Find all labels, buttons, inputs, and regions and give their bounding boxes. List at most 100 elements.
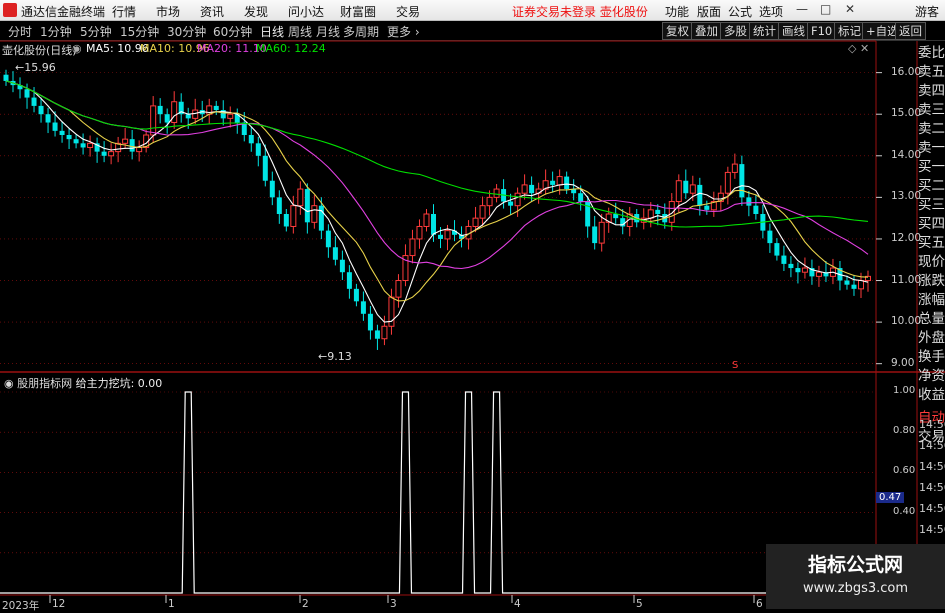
ob-committee-ratio: 委比	[918, 45, 945, 61]
candle-body	[374, 330, 380, 339]
ob-buy3: 买三	[918, 197, 945, 213]
ob-sell2: 卖二	[918, 121, 945, 137]
candle-body	[164, 114, 170, 123]
candle-body	[185, 114, 191, 119]
ob-volume: 总量	[918, 311, 945, 327]
trade-time: 14:56	[919, 439, 945, 452]
candle-body	[815, 271, 822, 277]
candle-body	[45, 114, 51, 123]
ob-sell3: 卖三	[918, 102, 945, 118]
ob-change-pct: 涨幅	[918, 292, 945, 308]
date-axis-label: 3	[390, 598, 397, 610]
candle-body	[108, 151, 115, 157]
indicator-axis-label: 0.80	[893, 425, 916, 437]
price-chart[interactable]	[0, 0, 945, 609]
candle-body	[550, 180, 556, 185]
ob-price: 现价	[918, 254, 945, 270]
ob-buy1: 买一	[918, 159, 945, 175]
candle-body	[122, 138, 129, 144]
date-axis-label: 1	[168, 598, 175, 610]
candle-body	[514, 192, 521, 207]
candle-body	[136, 146, 143, 153]
candle-body	[438, 234, 444, 239]
candle-body	[381, 325, 388, 340]
candle-body	[857, 280, 864, 290]
candle-body	[486, 196, 493, 207]
candle-body	[262, 155, 268, 181]
ob-change: 涨跌	[918, 273, 945, 289]
candle-body	[87, 142, 94, 148]
candle-body	[360, 301, 366, 314]
candle-body	[304, 189, 310, 223]
candle-body	[101, 151, 107, 156]
candle-body	[689, 184, 696, 194]
candle-body	[52, 122, 58, 131]
low-marker: ←9.13	[318, 350, 352, 363]
candle-body	[683, 180, 689, 194]
candle-body	[851, 284, 857, 289]
price-axis-label: 12.00	[891, 231, 922, 244]
candle-body	[129, 139, 135, 152]
trade-time: 14:56	[919, 460, 945, 473]
candle-body	[73, 139, 79, 144]
candle-body	[739, 164, 745, 198]
price-axis-label: 9.00	[891, 356, 915, 369]
candle-body	[788, 263, 794, 269]
candle-body	[416, 225, 423, 240]
indicator-axis-label: 1.00	[893, 385, 916, 396]
candle-body	[564, 176, 570, 190]
indicator-axis-label: 0.40	[893, 505, 916, 517]
site-watermark: 指标公式网 www.zbgs3.com	[766, 544, 945, 609]
candle-body	[409, 238, 416, 257]
candle-body	[213, 105, 219, 111]
sell-marker: S	[732, 360, 739, 371]
indicator-title: ◉ 股朋指标网 给主力挖坑: 0.00	[4, 377, 163, 390]
candle-body	[66, 135, 72, 140]
candle-body	[655, 209, 661, 214]
candle-body	[801, 267, 808, 273]
price-axis-label: 14.00	[891, 148, 922, 161]
date-axis-label: 6	[756, 598, 763, 610]
candle-body	[521, 184, 528, 194]
ob-sell1: 卖一	[918, 140, 945, 156]
watermark-url: www.zbgs3.com	[802, 581, 909, 596]
candle-body	[753, 205, 759, 214]
candle-body	[647, 209, 654, 219]
ob-outer: 外盘	[918, 330, 945, 346]
candle-body	[297, 188, 304, 207]
candle-body	[255, 143, 261, 156]
ob-buy4: 买四	[918, 216, 945, 232]
date-axis-label: 5	[636, 598, 643, 610]
indicator-current-value: 0.47	[876, 491, 905, 503]
candle-body	[774, 243, 780, 256]
trade-time: 14:56	[919, 418, 945, 431]
date-axis-label: 12	[52, 598, 66, 610]
date-axis-label: 4	[514, 598, 521, 610]
candle-body	[276, 197, 282, 214]
candle-body	[479, 205, 486, 219]
candle-body	[578, 193, 584, 202]
ma5-line	[5, 80, 869, 323]
candle-body	[31, 97, 37, 106]
candle-body	[157, 105, 163, 115]
candle-body	[227, 113, 234, 119]
candle-body	[556, 176, 563, 186]
candle-body	[150, 105, 157, 136]
candle-body	[192, 109, 199, 119]
price-axis-label: 11.00	[891, 273, 922, 286]
candle-body	[59, 130, 65, 135]
candle-body	[704, 205, 710, 210]
candle-body	[248, 135, 254, 144]
candle-body	[80, 143, 86, 148]
candle-body	[795, 268, 801, 273]
trade-time: 14:56	[919, 481, 945, 494]
candle-body	[675, 180, 682, 203]
candle-body	[767, 230, 773, 244]
trade-time: 14:56	[919, 523, 945, 536]
candle-body	[269, 180, 275, 198]
trade-time: 14:56	[919, 502, 945, 515]
ob-sell5: 卖五	[918, 64, 945, 80]
price-axis-label: 16.00	[891, 65, 922, 78]
price-axis-label: 15.00	[891, 107, 922, 120]
candle-body	[598, 221, 605, 244]
